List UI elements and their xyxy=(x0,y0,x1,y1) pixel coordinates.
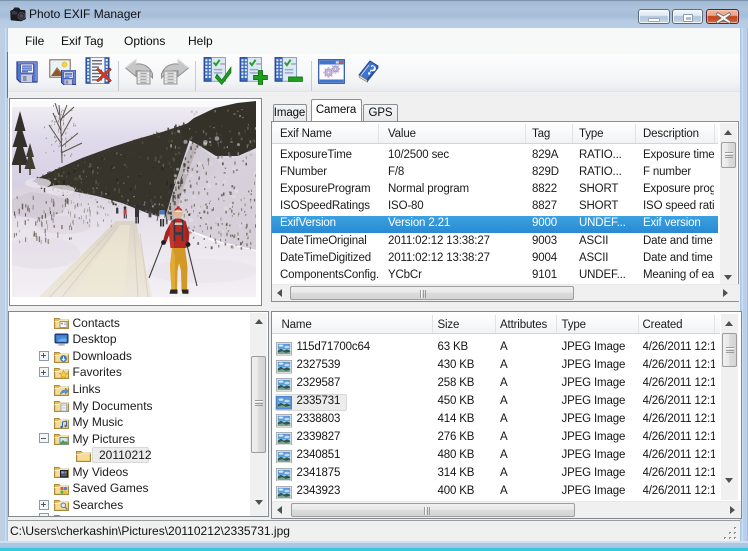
svg-text:?: ? xyxy=(364,62,379,80)
